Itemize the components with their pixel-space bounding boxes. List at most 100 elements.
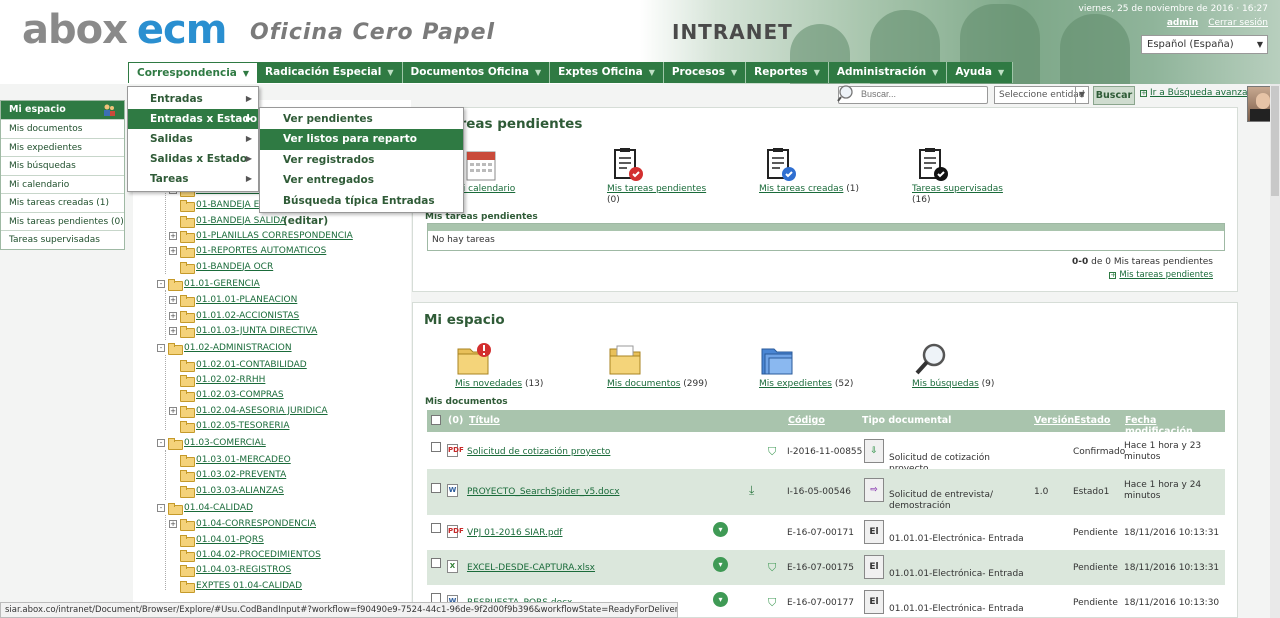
chevron-down-icon: ▼	[241, 68, 249, 77]
table-row[interactable]: PDF VPJ 01-2016 SIAR.pdf ▾ E-16-07-00171…	[427, 515, 1225, 550]
nav-administracion[interactable]: Administración ▼	[828, 62, 948, 83]
sidebar-item-mis-documentos[interactable]: Mis documentos	[1, 119, 124, 138]
busquedas-link[interactable]: Mis búsquedas (9)	[912, 379, 994, 390]
supervised-tasks-link[interactable]: Tareas supervisadas (16)	[912, 184, 1003, 206]
novedades-link[interactable]: Mis novedades (13)	[455, 379, 543, 390]
tree-node[interactable]: 01.04.02-PROCEDIMIENTOS	[180, 548, 321, 562]
column-titulo[interactable]: Título	[469, 415, 500, 426]
menu-item-ver-pendientes[interactable]: Ver pendientes	[260, 109, 463, 129]
magnifier-icon[interactable]	[912, 341, 950, 379]
nav-correspondencia[interactable]: Correspondencia ▼	[128, 62, 258, 83]
workflow-action-icon[interactable]: ▾	[713, 592, 728, 607]
calendar-link[interactable]: Mi calendario	[455, 184, 515, 195]
tree-node[interactable]: 01.02.03-COMPRAS	[180, 388, 284, 402]
news-folder-icon[interactable]	[455, 341, 493, 379]
column-version[interactable]: Versión	[1034, 415, 1074, 426]
table-row[interactable]: X EXCEL-DESDE-CAPTURA.xlsx ▾ ⛉ E-16-07-0…	[427, 550, 1225, 585]
workflow-action-icon[interactable]: ▾	[713, 557, 728, 572]
tree-node[interactable]: 01.02.01-CONTABILIDAD	[180, 358, 307, 372]
sidebar-item-mis-expedientes[interactable]: Mis expedientes	[1, 137, 124, 157]
tree-node[interactable]: 01.04.03-REGISTROS	[180, 563, 291, 577]
document-status: Confirmado	[1073, 447, 1126, 457]
sidebar-item-tareas-creadas[interactable]: Mis tareas creadas (1)	[1, 193, 124, 212]
nav-reportes[interactable]: Reportes ▼	[746, 62, 829, 83]
nav-radicacion-especial[interactable]: Radicación Especial ▼	[257, 62, 403, 83]
tree-node[interactable]: 01.03.01-MERCADEO	[180, 453, 291, 467]
menu-item-ver-registrados[interactable]: Ver registrados	[260, 150, 463, 170]
tree-node[interactable]: +01.01.02-ACCIONISTAS	[169, 309, 299, 323]
search-input[interactable]	[861, 89, 983, 99]
row-checkbox[interactable]	[431, 523, 441, 533]
tree-node[interactable]: -01.04-CALIDAD	[157, 501, 253, 515]
nav-procesos[interactable]: Procesos ▼	[663, 62, 747, 83]
table-row[interactable]: PDF Solicitud de cotización proyecto ⛉ I…	[427, 434, 1225, 474]
chevron-down-icon: ▼	[648, 68, 655, 77]
row-checkbox[interactable]	[431, 483, 441, 493]
pending-tasks-icon[interactable]	[609, 146, 647, 184]
tree-node[interactable]: 01.02.02-RRHH	[180, 373, 265, 387]
tree-node[interactable]: -01.03-COMERCIAL	[157, 436, 266, 450]
entity-select[interactable]: Seleccione entidad ▼	[994, 86, 1089, 104]
table-row[interactable]: W PROYECTO_SearchSpider_v5.docx ⤓ I-16-0…	[427, 469, 1225, 515]
user-link-admin[interactable]: admin	[1167, 18, 1198, 28]
workflow-action-icon[interactable]: ▾	[713, 522, 728, 537]
tree-node[interactable]: +01.04-CORRESPONDENCIA	[169, 517, 316, 531]
more-tasks-link[interactable]: Mis tareas pendientes	[1119, 270, 1213, 280]
sidebar-item-mi-calendario[interactable]: Mi calendario	[1, 174, 124, 194]
document-title-link[interactable]: Solicitud de cotización proyecto	[467, 447, 610, 457]
row-checkbox[interactable]	[431, 558, 441, 568]
nav-exptes-oficina[interactable]: Exptes Oficina ▼	[550, 62, 664, 83]
menu-item-ver-listos-para-reparto[interactable]: Ver listos para reparto	[260, 129, 463, 150]
document-title-link[interactable]: VPJ 01-2016 SIAR.pdf	[467, 528, 562, 538]
chevron-down-icon: ▼	[998, 68, 1005, 77]
menu-item-ver-entregados[interactable]: Ver entregados	[260, 170, 463, 190]
row-checkbox[interactable]	[431, 442, 441, 452]
advanced-search-link[interactable]: Ir a Búsqueda avanzada	[1150, 88, 1259, 98]
tree-node[interactable]: 01.03.02-PREVENTA	[180, 468, 286, 482]
column-estado[interactable]: Estado	[1074, 415, 1110, 426]
tree-node[interactable]: 01-BANDEJA SALIDA	[180, 214, 286, 228]
download-icon[interactable]: ⤓	[749, 483, 754, 498]
search-button[interactable]: Buscar	[1093, 86, 1135, 105]
documentos-link[interactable]: Mis documentos (299)	[607, 379, 708, 390]
tree-node[interactable]: +01-PLANILLAS CORRESPONDENCIA	[169, 229, 353, 243]
menu-item-busqueda-tipica[interactable]: Búsqueda típica Entradas (editar)	[260, 191, 463, 227]
nav-ayuda[interactable]: Ayuda ▼	[947, 62, 1014, 83]
documents-folder-icon[interactable]	[607, 341, 645, 379]
menu-item-salidas[interactable]: Salidas ▶	[128, 129, 258, 149]
supervised-tasks-icon[interactable]	[914, 146, 952, 184]
tree-node[interactable]: 01-BANDEJA OCR	[180, 260, 273, 274]
calendar-icon[interactable]	[463, 146, 501, 184]
tree-node[interactable]: -01.02-ADMINISTRACION	[157, 341, 292, 355]
document-title-link[interactable]: PROYECTO_SearchSpider_v5.docx	[467, 487, 620, 497]
tree-node[interactable]: 01.02.05-TESORERIA	[180, 419, 290, 433]
pending-tasks-link[interactable]: Mis tareas pendientes (0)	[607, 184, 706, 206]
chevron-down-icon: ▼	[1075, 87, 1088, 103]
expedientes-link[interactable]: Mis expedientes (52)	[759, 379, 853, 390]
menu-item-salidas-x-estado[interactable]: Salidas x Estado ▶	[128, 149, 258, 169]
menu-item-entradas-x-estado[interactable]: Entradas x Estado ▶	[128, 109, 258, 129]
tree-node[interactable]: +01.01.01-PLANEACION	[169, 293, 297, 307]
select-all-checkbox[interactable]	[431, 415, 441, 425]
document-title-link[interactable]: EXCEL-DESDE-CAPTURA.xlsx	[467, 563, 595, 573]
sidebar-item-tareas-pendientes[interactable]: Mis tareas pendientes (0)	[1, 211, 124, 231]
sidebar-item-tareas-supervisadas[interactable]: Tareas supervisadas	[1, 230, 124, 249]
logout-link[interactable]: Cerrar sesión	[1208, 18, 1268, 28]
sidebar-item-mis-busquedas[interactable]: Mis búsquedas	[1, 156, 124, 175]
tree-node[interactable]: -01.01-GERENCIA	[157, 277, 260, 291]
nav-documentos-oficina[interactable]: Documentos Oficina ▼	[402, 62, 551, 83]
created-tasks-icon[interactable]	[762, 146, 800, 184]
page-scrollbar[interactable]	[1270, 84, 1280, 618]
menu-item-entradas[interactable]: Entradas ▶	[128, 89, 258, 109]
language-select[interactable]: Español (España) ▼	[1141, 35, 1268, 54]
tree-node[interactable]: +01-REPORTES AUTOMATICOS	[169, 244, 326, 258]
files-folder-icon[interactable]	[759, 341, 797, 379]
column-codigo[interactable]: Código	[788, 415, 825, 426]
tree-node[interactable]: 01.04.01-PQRS	[180, 533, 264, 547]
menu-item-tareas[interactable]: Tareas ▶	[128, 169, 258, 189]
tree-node[interactable]: +01.01.03-JUNTA DIRECTIVA	[169, 324, 317, 338]
tree-node[interactable]: 01.03.03-ALIANZAS	[180, 484, 284, 498]
created-tasks-link[interactable]: Mis tareas creadas (1)	[759, 184, 859, 195]
tree-node[interactable]: EXPTES 01.04-CALIDAD	[180, 579, 302, 593]
tree-node[interactable]: +01.02.04-ASESORIA JURIDICA	[169, 404, 328, 418]
